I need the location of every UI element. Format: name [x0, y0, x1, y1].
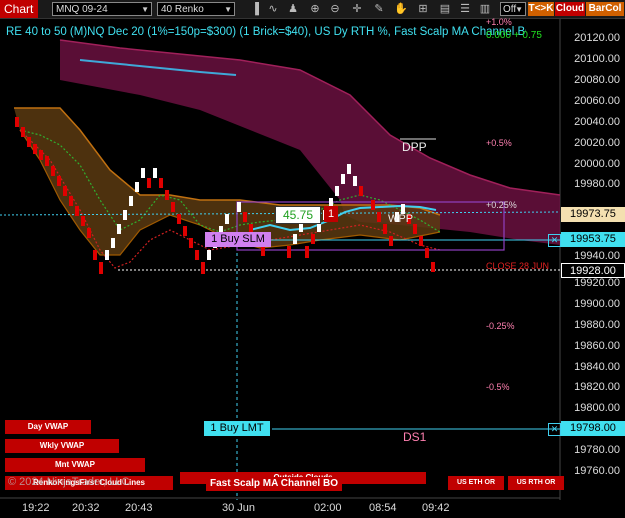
zoom-in-icon[interactable]: ⊕ — [308, 2, 322, 16]
us-eth-or-button[interactable]: US ETH OR — [448, 476, 504, 490]
pct-p05-label: +0.5% — [486, 138, 512, 148]
order-price-box: 19953.75 — [561, 232, 625, 247]
buy-slm-order[interactable]: 1 Buy SLM — [205, 232, 271, 247]
time-tick: 20:32 — [72, 502, 100, 514]
buy-lmt-order[interactable]: 1 Buy LMT — [204, 421, 270, 436]
wkly-vwap-button[interactable]: Wkly VWAP — [5, 439, 119, 453]
off-select[interactable]: Off ▼ — [500, 2, 526, 16]
price-tick: 19980.00 — [574, 178, 620, 190]
top-right-value: 0.000 + 0.75 — [486, 30, 542, 41]
us-rth-or-button[interactable]: US RTH OR — [508, 476, 564, 490]
indicators-icon[interactable]: ∿ — [266, 2, 280, 16]
layout-icon[interactable]: ▥ — [478, 2, 492, 16]
toolbar: Chart MNQ 09-24 ▼ 40 Renko ▼ ▐ ∿ ♟ ⊕ ⊖ ✛… — [0, 0, 625, 19]
price-tick: 19940.00 — [574, 250, 620, 262]
chevron-down-icon: ▼ — [515, 5, 523, 14]
chevron-down-icon: ▼ — [141, 5, 149, 14]
close-price-box: 19928.00 — [561, 263, 625, 278]
bars-icon[interactable]: ▐ — [248, 2, 262, 16]
barcol-button[interactable]: BarCol — [586, 2, 624, 16]
price-tag[interactable]: 45.75 — [275, 206, 321, 224]
price-tick: 19820.00 — [574, 381, 620, 393]
time-tick: 20:43 — [125, 502, 153, 514]
mnt-vwap-button[interactable]: Mnt VWAP — [5, 458, 145, 472]
current-price-box: 19973.75 — [561, 207, 625, 222]
limit-price-box: 19798.00 — [561, 421, 625, 436]
price-tick: 20060.00 — [574, 95, 620, 107]
chart-tab[interactable]: Chart — [0, 0, 38, 18]
price-tick: 19780.00 — [574, 444, 620, 456]
templates-icon[interactable]: ▤ — [438, 2, 452, 16]
chevron-down-icon: ▼ — [224, 5, 232, 14]
fast-scalp-button[interactable]: Fast Scalp MA Channel BO — [206, 477, 342, 491]
price-tick: 20080.00 — [574, 74, 620, 86]
price-tick: 20040.00 — [574, 116, 620, 128]
cancel-slm-icon[interactable]: ✕ — [548, 234, 561, 247]
time-tick: 02:00 — [314, 502, 342, 514]
price-tick: 19880.00 — [574, 319, 620, 331]
day-vwap-button[interactable]: Day VWAP — [5, 420, 91, 434]
price-tick: 19760.00 — [574, 465, 620, 477]
instrument-select[interactable]: MNQ 09-24 ▼ — [52, 2, 152, 16]
zoom-out-icon[interactable]: ⊖ — [328, 2, 342, 16]
tk-button[interactable]: T<>K — [528, 2, 554, 16]
price-tick: 20000.00 — [574, 158, 620, 170]
price-tick: 19900.00 — [574, 298, 620, 310]
top-pct-label: +1.0% — [486, 17, 512, 27]
price-tick: 20020.00 — [574, 137, 620, 149]
time-tick: 08:54 — [369, 502, 397, 514]
qty-tag[interactable]: 1 — [324, 206, 338, 222]
hand-icon[interactable]: ✋ — [394, 2, 408, 16]
wpp-label: WPP — [388, 213, 414, 225]
close-28-jun-label: CLOSE 28 JUN — [486, 261, 550, 271]
price-tick: 20120.00 — [574, 32, 620, 44]
crosshair-icon[interactable]: ✛ — [350, 2, 364, 16]
bar-type-value: 40 Renko — [161, 4, 204, 15]
time-tick: 19:22 — [22, 502, 50, 514]
properties-icon[interactable]: ☰ — [458, 2, 472, 16]
instrument-value: MNQ 09-24 — [56, 4, 108, 15]
bar-type-select[interactable]: 40 Renko ▼ — [157, 2, 235, 16]
ds1-label: DS1 — [403, 430, 427, 444]
copyright-text: © 2024 NinjaTrader, LLC — [8, 476, 130, 488]
dpp-label: DPP — [402, 140, 427, 154]
price-tick: 19840.00 — [574, 361, 620, 373]
pct-p025-label: +0.25% — [486, 200, 517, 210]
time-tick: 30 Jun — [222, 502, 256, 514]
strategy-icon[interactable]: ♟ — [286, 2, 300, 16]
drawing-tools-icon[interactable]: ✎ — [372, 2, 386, 16]
cancel-lmt-icon[interactable]: ✕ — [548, 423, 561, 436]
price-tick: 19800.00 — [574, 402, 620, 414]
cloud-button[interactable]: Cloud — [555, 2, 585, 16]
price-tick: 19860.00 — [574, 340, 620, 352]
indicator-title: RE 40 to 50 (M)NQ Dec 20 (1%=150p=$300) … — [6, 26, 526, 38]
pct-m025-label: -0.25% — [486, 321, 515, 331]
grid-icon[interactable]: ⊞ — [416, 2, 430, 16]
time-tick: 09:42 — [422, 502, 450, 514]
price-tick: 20100.00 — [574, 53, 620, 65]
pct-m05-label: -0.5% — [486, 382, 510, 392]
